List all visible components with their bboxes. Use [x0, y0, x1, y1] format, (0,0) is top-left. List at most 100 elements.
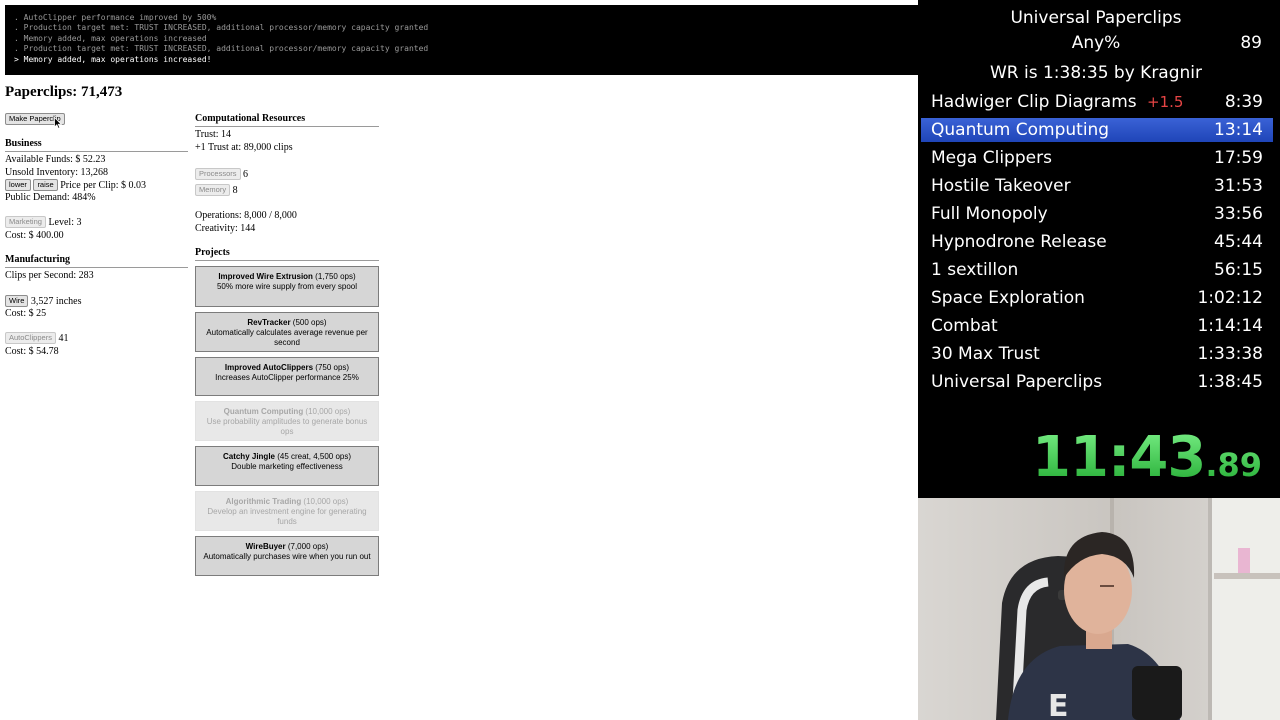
console-line: . Production target met: TRUST INCREASED…: [14, 23, 429, 33]
raise-price-button[interactable]: raise: [33, 178, 58, 191]
project-description: Increases AutoClipper performance 25%: [215, 373, 359, 383]
split-time: 31:53: [1214, 176, 1263, 196]
project-cost: (500 ops): [290, 318, 327, 328]
console-line-current: > Memory added, max operations increased…: [14, 54, 212, 64]
project-quantum-computing[interactable]: Quantum Computing (10,000 ops) Use proba…: [195, 401, 379, 442]
project-title: Catchy Jingle: [222, 452, 275, 462]
wire-amount: 3,527 inches: [30, 295, 82, 307]
attempt-count: 89: [1240, 33, 1262, 53]
split-time: 1:02:12: [1197, 288, 1263, 308]
project-cost: (750 ops): [313, 363, 350, 373]
project-algorithmic-trading[interactable]: Algorithmic Trading (10,000 ops) Develop…: [195, 491, 379, 532]
project-description: Develop an investment engine for generat…: [207, 507, 367, 527]
project-description: Automatically purchases wire when you ru…: [203, 552, 371, 562]
svg-text:E: E: [1048, 689, 1069, 720]
project-improved-autoclippers[interactable]: Improved AutoClippers (750 ops) Increase…: [195, 357, 379, 397]
project-title: Improved AutoClippers: [224, 363, 314, 373]
split-time: 1:38:45: [1197, 372, 1263, 392]
split-row: Hadwiger Clip Diagrams +1.5 8:39: [921, 90, 1273, 114]
business-header: Business: [5, 138, 188, 153]
speedrun-splits-panel: Universal Paperclips Any% 89 WR is 1:38:…: [918, 0, 1280, 498]
split-row: Space Exploration 1:02:12: [921, 286, 1273, 310]
clips-per-second: Clips per Second: 283: [5, 270, 94, 282]
timer-main: 11:43: [1032, 425, 1206, 490]
split-name: Space Exploration: [931, 288, 1085, 308]
split-name: Combat: [931, 316, 998, 336]
available-funds: Available Funds: $ 52.23: [5, 154, 106, 166]
split-row: Hypnodrone Release 45:44: [921, 230, 1273, 254]
project-title: Algorithmic Trading: [225, 497, 302, 507]
split-time: 1:14:14: [1197, 316, 1263, 336]
next-trust: +1 Trust at: 89,000 clips: [195, 141, 293, 153]
center-column: Computational Resources Trust: 14 +1 Tru…: [195, 113, 379, 581]
split-row-current: Quantum Computing 13:14: [921, 118, 1273, 142]
project-description: 50% more wire supply from every spool: [216, 282, 358, 292]
left-column: Make Paperclip Business Available Funds:…: [5, 113, 188, 358]
project-cost: (1,750 ops): [312, 272, 356, 282]
buy-wire-button[interactable]: Wire: [5, 294, 29, 307]
console-line: . Production target met: TRUST INCREASED…: [14, 44, 429, 54]
project-title: RevTracker: [247, 318, 291, 328]
split-name: Mega Clippers: [931, 148, 1052, 168]
split-row: 30 Max Trust 1:33:38: [921, 342, 1273, 366]
add-processor-button[interactable]: Processors: [195, 167, 241, 180]
project-revtracker[interactable]: RevTracker (500 ops) Automatically calcu…: [195, 312, 379, 353]
lower-price-button[interactable]: lower: [5, 178, 31, 191]
project-wirebuyer[interactable]: WireBuyer (7,000 ops) Automatically purc…: [195, 536, 379, 577]
split-name: 1 sextillon: [931, 260, 1019, 280]
computational-resources-header: Computational Resources: [195, 113, 379, 128]
trust-level: Trust: 14: [195, 129, 232, 141]
public-demand: Public Demand: 484%: [5, 192, 96, 204]
project-catchy-jingle[interactable]: Catchy Jingle (45 creat, 4,500 ops) Doub…: [195, 446, 379, 487]
unsold-inventory: Unsold Inventory: 13,268: [5, 166, 109, 178]
split-row: Full Monopoly 33:56: [921, 202, 1273, 226]
project-cost: (7,000 ops): [285, 542, 329, 552]
operations: Operations: 8,000 / 8,000: [195, 210, 297, 222]
split-time: 8:39: [1224, 92, 1263, 112]
world-record: WR is 1:38:35 by Kragnir: [989, 63, 1203, 83]
split-row: 1 sextillon 56:15: [921, 258, 1273, 282]
project-title: WireBuyer: [245, 542, 286, 552]
project-cost: (10,000 ops): [303, 407, 351, 417]
project-description: Automatically calculates average revenue…: [206, 328, 368, 348]
add-memory-button[interactable]: Memory: [195, 184, 231, 197]
split-name: Full Monopoly: [931, 204, 1048, 224]
project-description: Double marketing effectiveness: [231, 462, 343, 472]
project-improved-wire-extrusion[interactable]: Improved Wire Extrusion (1,750 ops) 50% …: [195, 266, 379, 308]
webcam-image: E: [918, 498, 1280, 720]
autoclipper-cost: Cost: $ 54.78: [5, 345, 59, 357]
console-line: . AutoClipper performance improved by 50…: [14, 13, 217, 22]
run-category: Any%: [1071, 33, 1121, 53]
split-row: Hostile Takeover 31:53: [921, 174, 1273, 198]
game-title: Universal Paperclips: [1010, 8, 1182, 28]
memory-value: 8: [232, 185, 238, 197]
split-name: Hostile Takeover: [931, 176, 1071, 196]
run-timer: 11:43.89: [1032, 425, 1262, 490]
split-time: 45:44: [1214, 232, 1263, 252]
split-time: 56:15: [1214, 260, 1263, 280]
split-delta: +1.5: [1147, 93, 1184, 111]
marketing-level: Level: 3: [48, 217, 82, 229]
project-title: Quantum Computing: [223, 407, 304, 417]
split-name: Hadwiger Clip Diagrams: [931, 92, 1137, 112]
marketing-button[interactable]: Marketing: [5, 216, 46, 229]
project-cost: (45 creat, 4,500 ops): [274, 452, 352, 462]
timer-milliseconds: .89: [1205, 446, 1262, 484]
split-time: 13:14: [1214, 120, 1263, 140]
price-per-clip: Price per Clip: $ 0.03: [60, 179, 147, 191]
processors-value: 6: [243, 168, 249, 180]
split-name: 30 Max Trust: [931, 344, 1040, 364]
console-line: . Memory added, max operations increased: [14, 33, 207, 43]
split-time: 33:56: [1214, 204, 1263, 224]
split-row: Universal Paperclips 1:38:45: [921, 370, 1273, 394]
manufacturing-header: Manufacturing: [5, 254, 188, 269]
split-row: Combat 1:14:14: [921, 314, 1273, 338]
project-description: Use probability amplitudes to generate b…: [206, 417, 368, 437]
project-title: Improved Wire Extrusion: [218, 272, 313, 282]
marketing-cost: Cost: $ 400.00: [5, 229, 64, 241]
creativity: Creativity: 144: [195, 222, 256, 234]
buy-autoclipper-button[interactable]: AutoClippers: [5, 332, 56, 345]
message-console: . AutoClipper performance improved by 50…: [5, 5, 918, 75]
split-row: Mega Clippers 17:59: [921, 146, 1273, 170]
projects-header: Projects: [195, 247, 379, 262]
